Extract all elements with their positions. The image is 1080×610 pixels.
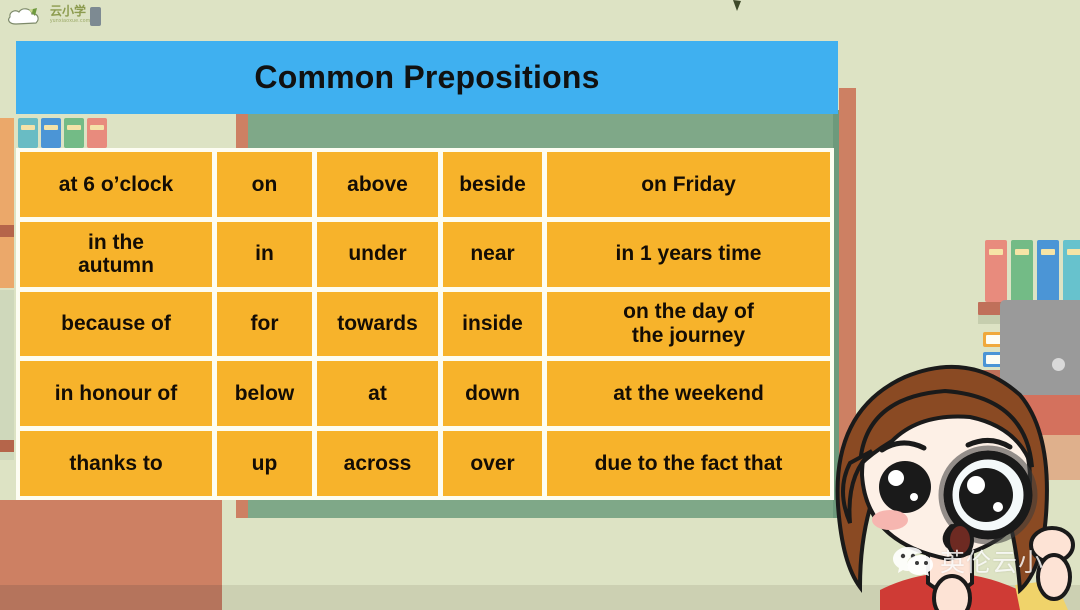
table-cell: below: [217, 361, 312, 427]
table-cell: thanks to: [20, 431, 212, 496]
site-logo[interactable]: 云小学 yunxiaoxue.com: [6, 3, 102, 29]
table-cell: on the day of the journey: [547, 291, 830, 357]
book-spine: [1037, 240, 1059, 302]
table-cell: because of: [20, 291, 212, 357]
logo-subtext: yunxiaoxue.com: [50, 18, 91, 24]
prepositions-table: at 6 o’clock on above beside on Friday i…: [16, 148, 834, 500]
table-cell: for: [217, 291, 312, 357]
table-cell: in: [217, 221, 312, 287]
cloud-pencil-icon: [8, 8, 39, 25]
table-cell: on Friday: [547, 152, 830, 217]
slide-canvas: 云小学 yunxiaoxue.com Common Prepositions a…: [0, 0, 1080, 610]
logo-text: 云小学: [50, 4, 87, 18]
table-cell: at the weekend: [547, 361, 830, 427]
book-spine: [1011, 240, 1033, 302]
book-spine: [985, 240, 1007, 302]
wall-strip-grey: [0, 290, 14, 460]
left-wall-books: [18, 118, 110, 148]
cartoon-girl-with-magnifier: [835, 365, 1075, 610]
page-title: Common Prepositions: [254, 59, 600, 95]
wall-strip-brown-lower: [0, 440, 14, 452]
table-cell: at 6 o’clock: [20, 152, 212, 217]
table-row: at 6 o’clock on above beside on Friday: [20, 152, 830, 217]
wall-strip-orange: [0, 118, 14, 288]
table-cell: down: [443, 361, 542, 427]
table-row: in the autumn in under near in 1 years ti…: [20, 221, 830, 287]
table-cell: inside: [443, 291, 542, 357]
title-banner: Common Prepositions: [16, 41, 838, 114]
book-spine: [18, 118, 38, 148]
table-cell: under: [317, 221, 438, 287]
table-cell: over: [443, 431, 542, 496]
table-cell: near: [443, 221, 542, 287]
table-cell: on: [217, 152, 312, 217]
table-cell: above: [317, 152, 438, 217]
table-cell: up: [217, 431, 312, 496]
wall-strip-brown-upper: [0, 225, 14, 237]
book-spine: [41, 118, 61, 148]
table-cell: in the autumn: [20, 221, 212, 287]
table-row: thanks to up across over due to the fact…: [20, 431, 830, 496]
table-cell: towards: [317, 291, 438, 357]
table-cell: across: [317, 431, 438, 496]
table-row: because of for towards inside on the day…: [20, 291, 830, 357]
table-cell: beside: [443, 152, 542, 217]
table-cell: in honour of: [20, 361, 212, 427]
table-row: in honour of below at down at the weeken…: [20, 361, 830, 427]
bookshelf-top-row: [985, 240, 1080, 302]
floor-left-dark: [0, 585, 222, 610]
table-cell: in 1 years time: [547, 221, 830, 287]
table-cell: at: [317, 361, 438, 427]
book-spine: [64, 118, 84, 148]
table-cell: due to the fact that: [547, 431, 830, 496]
book-spine: [1063, 240, 1080, 302]
logo-badge-icon: [90, 7, 101, 26]
top-decor-mark: [733, 0, 741, 11]
book-spine: [87, 118, 107, 148]
